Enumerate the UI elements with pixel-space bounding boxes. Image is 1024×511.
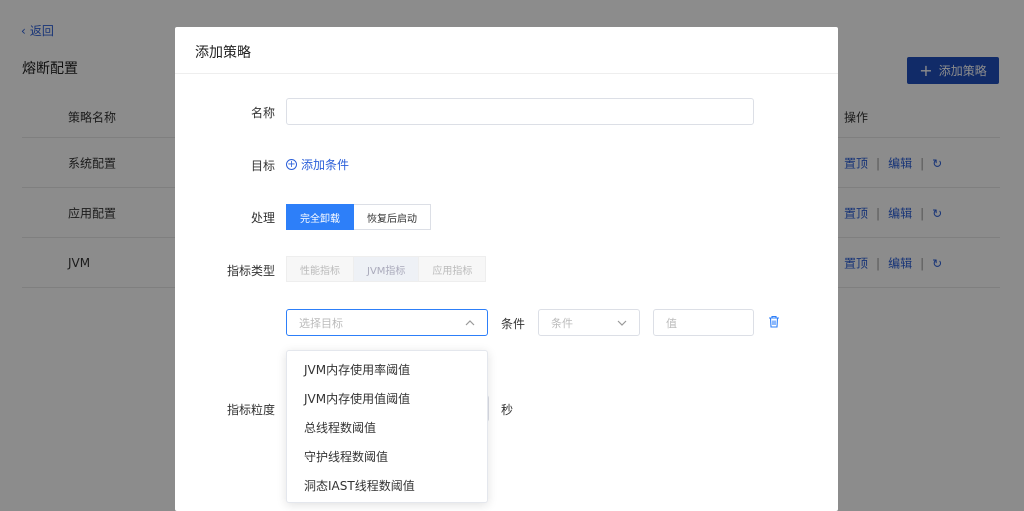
target-dropdown: JVM内存使用率阈值 JVM内存使用值阈值 总线程数阈值 守护线程数阈值 洞态I… bbox=[286, 350, 488, 503]
handle-label: 处理 bbox=[250, 211, 275, 225]
target-select-placeholder: 选择目标 bbox=[299, 316, 343, 330]
metric-type-jvm[interactable]: JVM指标 bbox=[354, 256, 420, 282]
metric-type-performance[interactable]: 性能指标 bbox=[286, 256, 354, 282]
name-input[interactable] bbox=[286, 98, 754, 125]
trash-icon[interactable] bbox=[768, 315, 782, 329]
dropdown-option[interactable]: 守护线程数阈值 bbox=[287, 442, 487, 471]
handle-option-full-unload[interactable]: 完全卸载 bbox=[286, 204, 354, 230]
chevron-up-icon bbox=[465, 316, 475, 329]
metric-type-label: 指标类型 bbox=[226, 264, 275, 278]
plus-circle-icon: + bbox=[286, 158, 297, 170]
granularity-label: 指标粒度 bbox=[226, 403, 275, 417]
add-policy-modal: 添加策略 名称 目标 + 添加条件 处理 完全卸载 恢复后启动 指标类型 性能指标… bbox=[175, 27, 838, 511]
modal-title: 添加策略 bbox=[175, 27, 838, 74]
handle-option-restart[interactable]: 恢复后启动 bbox=[354, 204, 431, 230]
chevron-down-icon bbox=[617, 316, 627, 329]
value-placeholder: 值 bbox=[666, 316, 677, 330]
handle-segmented: 完全卸载 恢复后启动 bbox=[286, 204, 431, 230]
condition-select[interactable]: 条件 bbox=[538, 309, 640, 336]
target-select[interactable]: 选择目标 bbox=[286, 309, 488, 336]
add-condition-label: 添加条件 bbox=[301, 158, 350, 172]
dropdown-option[interactable]: 总线程数阈值 bbox=[287, 413, 487, 442]
dropdown-option[interactable]: JVM内存使用率阈值 bbox=[287, 355, 487, 384]
seconds-label: 秒 bbox=[501, 403, 514, 417]
add-condition-link[interactable]: + 添加条件 bbox=[286, 156, 349, 173]
metric-type-segmented: 性能指标 JVM指标 应用指标 bbox=[286, 256, 487, 282]
target-label: 目标 bbox=[250, 159, 275, 173]
condition-placeholder: 条件 bbox=[551, 316, 573, 330]
dropdown-option[interactable]: 洞态IAST线程数阈值 bbox=[287, 471, 487, 500]
value-input[interactable]: 值 bbox=[653, 309, 754, 336]
name-label: 名称 bbox=[250, 106, 275, 120]
metric-type-application[interactable]: 应用指标 bbox=[419, 256, 487, 282]
dropdown-option[interactable]: JVM内存使用值阈值 bbox=[287, 384, 487, 413]
condition-label: 条件 bbox=[501, 317, 526, 331]
